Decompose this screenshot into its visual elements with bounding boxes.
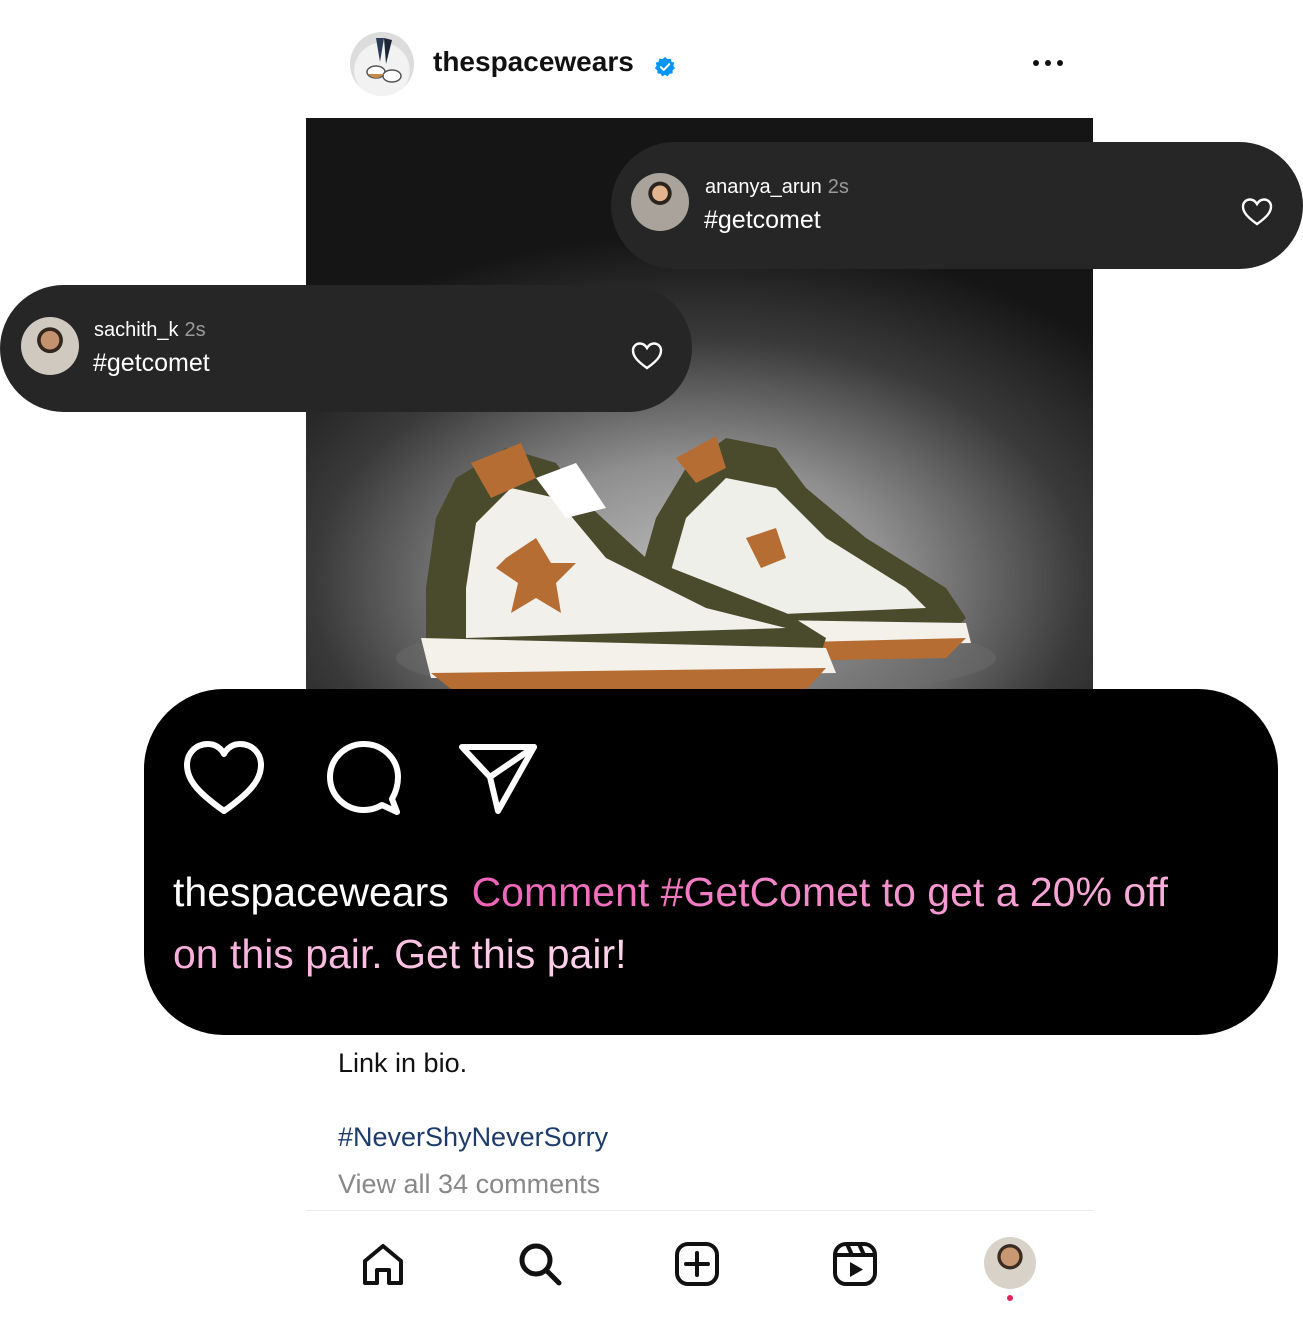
post-caption: thespacewears Comment #GetComet to get a… xyxy=(173,861,1173,985)
post-actions-overlay: thespacewears Comment #GetComet to get a… xyxy=(144,689,1278,1035)
notification-dot xyxy=(1007,1295,1013,1301)
comment-icon[interactable] xyxy=(322,739,406,817)
hashtag-link[interactable]: #NeverShyNeverSorry xyxy=(338,1122,608,1153)
view-all-comments-link[interactable]: View all 34 comments xyxy=(338,1169,600,1200)
caption-username[interactable]: thespacewears xyxy=(173,869,449,915)
commenter-avatar[interactable] xyxy=(631,173,689,231)
home-icon[interactable] xyxy=(358,1239,408,1289)
sneaker-logo-icon xyxy=(366,38,402,83)
comment-bubble[interactable]: ananya_arun 2s #getcomet xyxy=(611,142,1303,269)
commenter-name[interactable]: ananya_arun 2s xyxy=(705,176,849,199)
bottom-navigation xyxy=(306,1210,1093,1324)
brand-avatar[interactable] xyxy=(350,32,414,96)
commenter-name[interactable]: sachith_k 2s xyxy=(94,319,206,342)
search-icon[interactable] xyxy=(515,1239,565,1289)
post-username[interactable]: thespacewears xyxy=(433,46,634,78)
verified-badge-icon xyxy=(654,56,676,77)
comment-username[interactable]: sachith_k xyxy=(94,319,179,341)
comment-username[interactable]: ananya_arun xyxy=(705,176,822,198)
profile-avatar[interactable] xyxy=(984,1237,1036,1289)
comment-time: 2s xyxy=(184,319,206,341)
post-header: thespacewears xyxy=(306,0,1093,118)
create-icon[interactable] xyxy=(672,1239,722,1289)
more-options-icon[interactable] xyxy=(1028,48,1068,78)
comment-text: #getcomet xyxy=(93,349,210,377)
comment-time: 2s xyxy=(827,176,849,198)
reels-icon[interactable] xyxy=(830,1239,880,1289)
heart-icon[interactable] xyxy=(1241,197,1273,227)
send-icon[interactable] xyxy=(456,739,540,817)
comment-bubble[interactable]: sachith_k 2s #getcomet xyxy=(0,285,692,412)
heart-icon[interactable] xyxy=(631,341,663,371)
comment-text: #getcomet xyxy=(704,206,821,234)
like-heart-icon[interactable] xyxy=(182,739,266,817)
commenter-avatar[interactable] xyxy=(21,317,79,375)
caption-continued: Link in bio. xyxy=(338,1048,468,1078)
